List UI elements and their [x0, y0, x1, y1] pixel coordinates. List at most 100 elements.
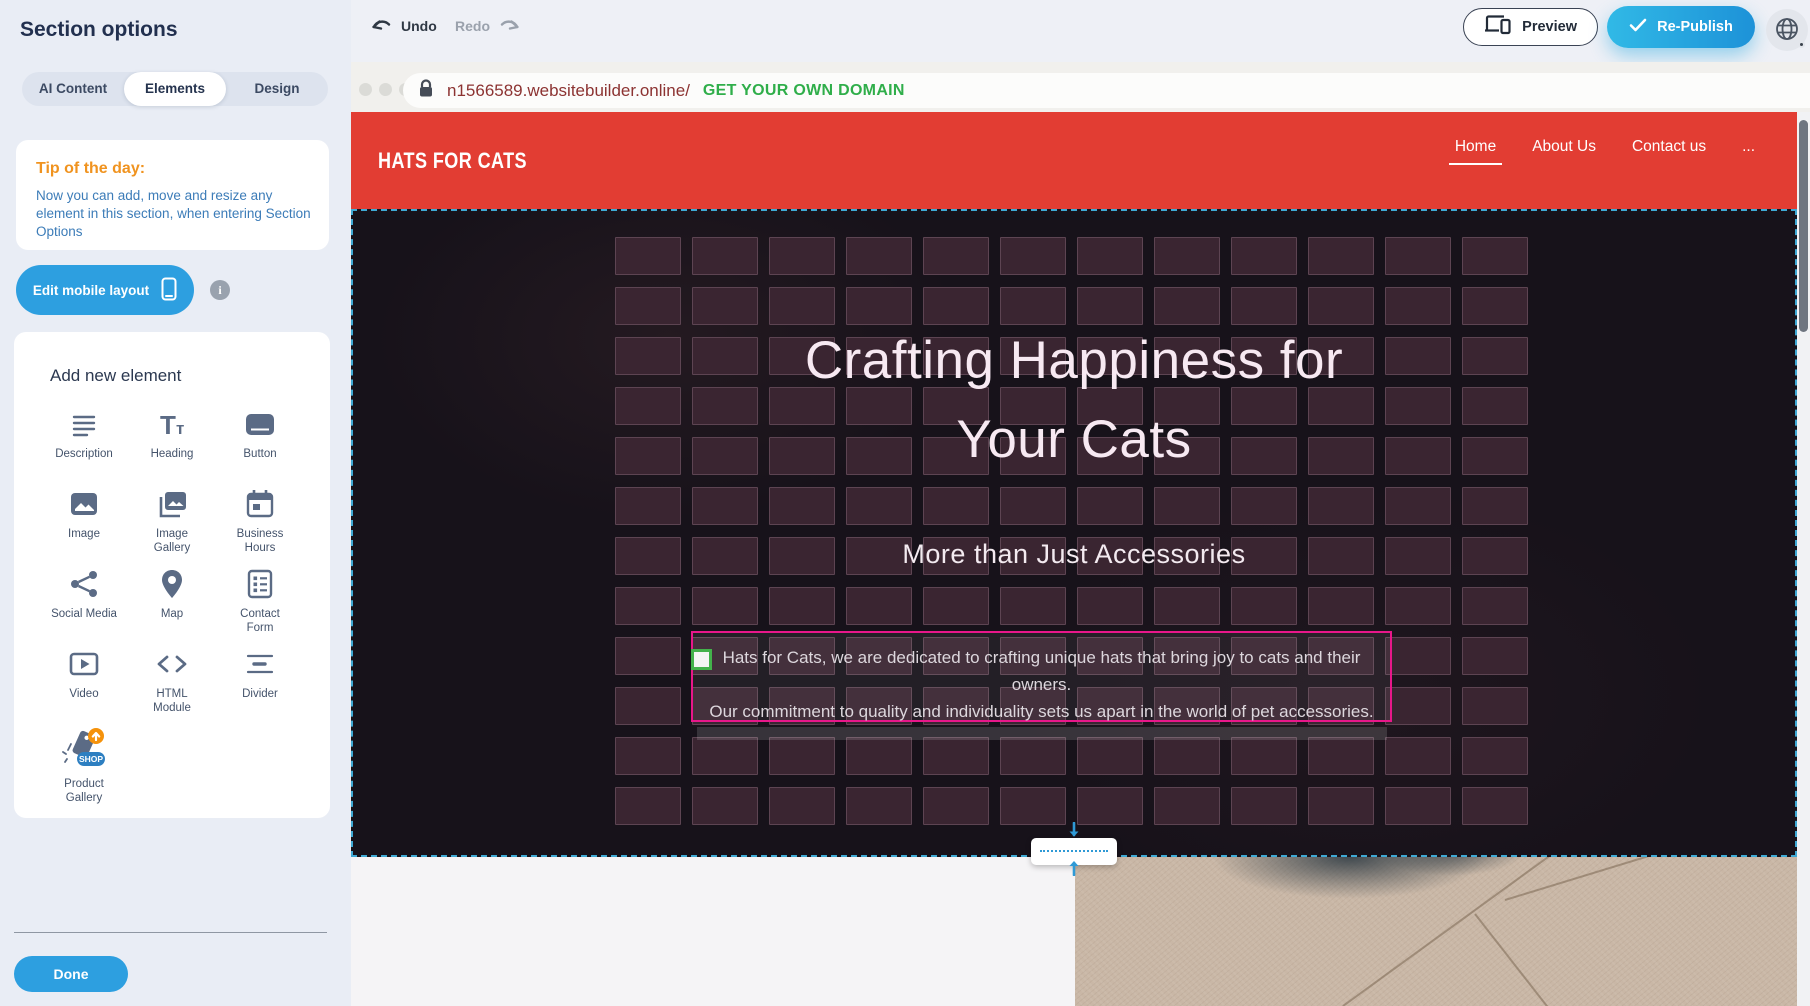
product-gallery-shop-icon: SHOP — [61, 728, 107, 770]
hero-tile — [846, 487, 912, 525]
resize-handle-left[interactable] — [691, 649, 712, 670]
hero-subheading[interactable]: More than Just Accessories — [351, 539, 1797, 570]
section-options-panel: Section options AI Content Elements Desi… — [0, 0, 351, 1006]
hero-heading[interactable]: Crafting Happiness for Your Cats — [351, 321, 1797, 479]
hero-tile — [1462, 787, 1528, 825]
preview-scrollbar[interactable] — [1797, 112, 1810, 1006]
tab-elements[interactable]: Elements — [124, 72, 226, 106]
paving-seam — [1474, 913, 1556, 1006]
element-item-business-hours[interactable]: Business Hours — [216, 488, 304, 568]
republish-label: Re-Publish — [1657, 19, 1733, 35]
description-selection-box[interactable]: Hats for Cats, we are dedicated to craft… — [691, 631, 1392, 722]
next-section-blank[interactable] — [351, 857, 1075, 1006]
next-section-image[interactable] — [1075, 857, 1797, 1006]
hero-tile — [923, 737, 989, 775]
element-item-product-gallery[interactable]: SHOP Product Gallery — [40, 728, 128, 808]
tab-ai-content[interactable]: AI Content — [22, 72, 124, 106]
hero-tile — [615, 587, 681, 625]
code-brackets-icon — [155, 648, 189, 680]
redo-label: Redo — [455, 18, 490, 34]
scrollbar-thumb[interactable] — [1799, 120, 1808, 332]
hero-description: Hats for Cats, we are dedicated to craft… — [693, 644, 1390, 725]
hero-tile — [1462, 287, 1528, 325]
element-item-image-gallery[interactable]: Image Gallery — [128, 488, 216, 568]
paving-seam — [1505, 857, 1792, 901]
hero-tile — [923, 237, 989, 275]
edit-mobile-layout-button[interactable]: Edit mobile layout — [16, 265, 194, 315]
element-item-heading[interactable]: Tт Heading — [128, 408, 216, 488]
get-own-domain-link[interactable]: GET YOUR OWN DOMAIN — [703, 82, 905, 100]
hero-tile — [692, 587, 758, 625]
hero-tile — [1385, 737, 1451, 775]
hero-tile — [615, 487, 681, 525]
hero-tile — [1231, 287, 1297, 325]
element-item-divider[interactable]: Divider — [216, 648, 304, 728]
hero-tile — [846, 237, 912, 275]
element-item-map[interactable]: Map — [128, 568, 216, 648]
svg-text:т: т — [176, 419, 184, 438]
hero-tile — [1385, 687, 1451, 725]
nav-item-contact-us[interactable]: Contact us — [1632, 138, 1706, 165]
hero-tile — [1000, 487, 1066, 525]
undo-button[interactable]: Undo — [371, 17, 437, 35]
section-resize-handle[interactable] — [1031, 838, 1117, 865]
contact-form-icon — [244, 568, 276, 600]
website-builder-app: Section options AI Content Elements Desi… — [0, 0, 1810, 1006]
done-button[interactable]: Done — [14, 956, 128, 992]
element-item-image[interactable]: Image — [40, 488, 128, 568]
preview-browser-bar: n1566589.websitebuilder.online/ GET YOUR… — [351, 62, 1810, 112]
nav-item-about-us[interactable]: About Us — [1532, 138, 1596, 165]
element-item-button[interactable]: Button — [216, 408, 304, 488]
check-icon — [1629, 18, 1647, 36]
hero-tile — [1154, 737, 1220, 775]
site-logo[interactable]: HATS FOR CATS — [378, 148, 527, 174]
hero-tile — [1000, 237, 1066, 275]
button-icon — [244, 408, 276, 440]
site-header: HATS FOR CATS Home About Us Contact us .… — [351, 112, 1797, 209]
nav-item-home[interactable]: Home — [1455, 138, 1496, 165]
preview-button[interactable]: Preview — [1463, 8, 1598, 46]
edit-mobile-layout-label: Edit mobile layout — [33, 283, 149, 298]
element-item-html-module[interactable]: HTML Module — [128, 648, 216, 728]
hero-tile — [615, 637, 681, 675]
hero-tile — [615, 737, 681, 775]
hero-tile — [1308, 787, 1374, 825]
hero-tile — [1385, 287, 1451, 325]
republish-button[interactable]: Re-Publish — [1607, 6, 1755, 48]
hero-tile — [692, 737, 758, 775]
hero-tile — [769, 237, 835, 275]
undo-label: Undo — [401, 18, 437, 34]
devices-icon — [1484, 14, 1512, 40]
element-item-video[interactable]: Video — [40, 648, 128, 728]
hero-tile — [923, 487, 989, 525]
hero-tile — [1000, 787, 1066, 825]
redo-button[interactable]: Redo — [455, 17, 520, 35]
hero-tile — [846, 787, 912, 825]
address-bar[interactable]: n1566589.websitebuilder.online/ GET YOUR… — [403, 73, 1810, 108]
element-item-social-media[interactable]: Social Media — [40, 568, 128, 648]
hero-tile — [1154, 287, 1220, 325]
tab-design[interactable]: Design — [226, 72, 328, 106]
hero-tile — [1077, 787, 1143, 825]
hero-tile — [769, 737, 835, 775]
element-item-contact-form[interactable]: Contact Form — [216, 568, 304, 648]
site-url: n1566589.websitebuilder.online/ — [447, 81, 690, 101]
element-item-description[interactable]: Description — [40, 408, 128, 488]
tip-title: Tip of the day: — [36, 160, 311, 178]
editor-topbar: Undo Redo Preview Re-Publish — [351, 0, 1810, 62]
language-globe-button[interactable] — [1766, 9, 1808, 51]
hero-tile — [1462, 237, 1528, 275]
hero-section[interactable]: Crafting Happiness for Your Cats More th… — [351, 209, 1797, 857]
hero-tile — [1231, 787, 1297, 825]
hero-tile — [692, 487, 758, 525]
hero-tile — [1308, 287, 1374, 325]
info-icon[interactable]: i — [210, 280, 230, 300]
image-icon — [68, 488, 100, 520]
window-dot — [379, 83, 392, 96]
page-title: Section options — [20, 18, 178, 42]
hero-tile — [846, 287, 912, 325]
add-element-title: Add new element — [50, 366, 330, 386]
image-gallery-icon — [155, 488, 189, 520]
hero-tile — [1077, 737, 1143, 775]
nav-item-more[interactable]: ... — [1742, 138, 1755, 165]
